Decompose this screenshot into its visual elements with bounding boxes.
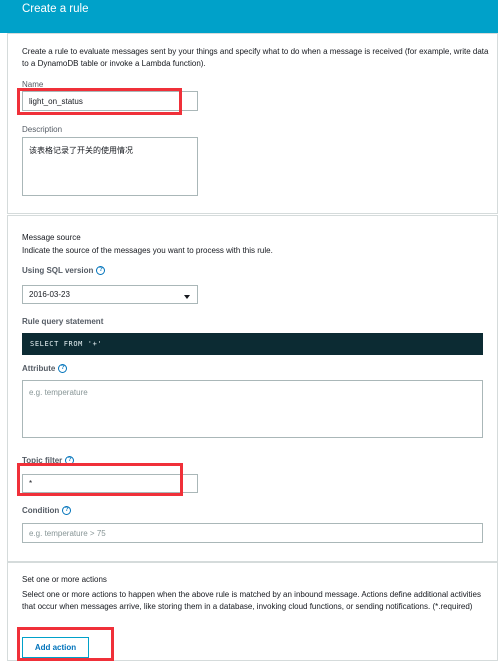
description-label: Description [22,125,63,134]
query-statement-editor[interactable]: SELECT FROM '+' [22,333,483,355]
actions-section: Set one or more actions Select one or mo… [7,562,498,661]
help-circle-icon[interactable]: ? [96,266,106,276]
description-textarea[interactable]: 该表格记录了开关的使用情况 [22,137,198,196]
page-header: Create a rule [0,0,498,33]
attribute-label: Attribute? [22,364,68,374]
name-label: Name [22,80,44,89]
help-circle-icon[interactable]: ? [58,364,68,374]
topic-filter-label: Topic filter? [22,456,75,466]
name-input[interactable]: light_on_status [22,91,198,111]
description-value: 该表格记录了开关的使用情况 [29,146,133,155]
query-label: Rule query statement [22,317,104,326]
condition-input[interactable]: e.g. temperature > 75 [22,523,483,543]
condition-label: Condition? [22,506,72,516]
message-source-section: Message source Indicate the source of th… [7,215,498,562]
rule-details-section: Create a rule to evaluate messages sent … [7,33,498,214]
help-circle-icon[interactable]: ? [65,456,75,466]
topic-filter-value: * [29,479,33,488]
attribute-textarea[interactable]: e.g. temperature [22,380,483,438]
add-action-button[interactable]: Add action [22,637,89,658]
actions-description: Select one or more actions to happen whe… [22,590,481,611]
condition-label-text: Condition [22,506,60,515]
sql-version-select[interactable]: 2016-03-23 [22,285,198,304]
actions-title: Set one or more actions [22,575,107,584]
sql-version-value: 2016-03-23 [29,290,70,299]
chevron-down-icon [184,295,190,299]
message-source-title: Message source [22,233,81,242]
condition-placeholder: e.g. temperature > 75 [29,528,106,538]
page-title: Create a rule [22,3,89,15]
topic-filter-input[interactable]: * [22,474,198,493]
message-source-subtitle: Indicate the source of the messages you … [22,246,273,255]
name-input-value: light_on_status [29,96,83,106]
help-circle-icon[interactable]: ? [62,506,72,516]
attribute-placeholder: e.g. temperature [29,388,88,397]
sql-version-label: Using SQL version? [22,266,106,276]
intro-text: Create a rule to evaluate messages sent … [22,47,489,68]
attribute-label-text: Attribute [22,364,56,373]
sql-version-label-text: Using SQL version [22,266,94,275]
query-statement-text: SELECT FROM '+' [30,340,103,348]
topic-filter-label-text: Topic filter [22,456,63,465]
